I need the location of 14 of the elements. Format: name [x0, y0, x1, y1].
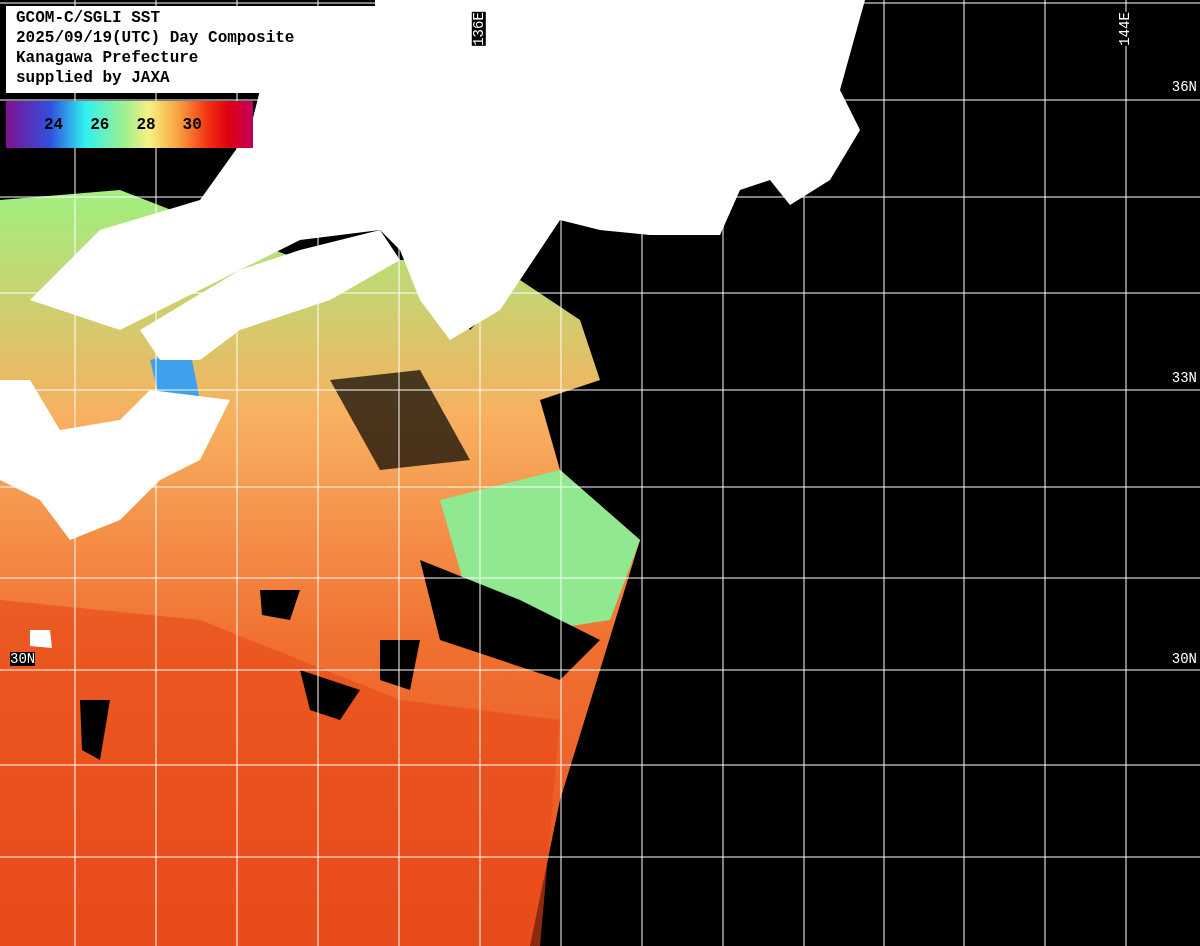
title-line: 2025/09/19(UTC) Day Composite	[16, 28, 296, 48]
legend-tick: 28	[136, 114, 156, 136]
latitude-label: 30N	[1171, 652, 1197, 666]
latitude-label: 33N	[1171, 371, 1197, 385]
legend-tick: 24	[44, 114, 64, 136]
title-line: supplied by JAXA	[16, 68, 171, 88]
title-line: GCOM-C/SGLI SST	[16, 8, 162, 28]
longitude-label: 144E	[1117, 12, 1132, 46]
legend-tick: 30	[182, 114, 202, 136]
legend-tick: 26	[90, 114, 110, 136]
longitude-label: 136E	[471, 12, 486, 46]
latitude-label: 30N	[10, 652, 36, 666]
latitude-label: 36N	[1171, 80, 1197, 94]
title-line: Kanagawa Prefecture	[16, 48, 200, 68]
